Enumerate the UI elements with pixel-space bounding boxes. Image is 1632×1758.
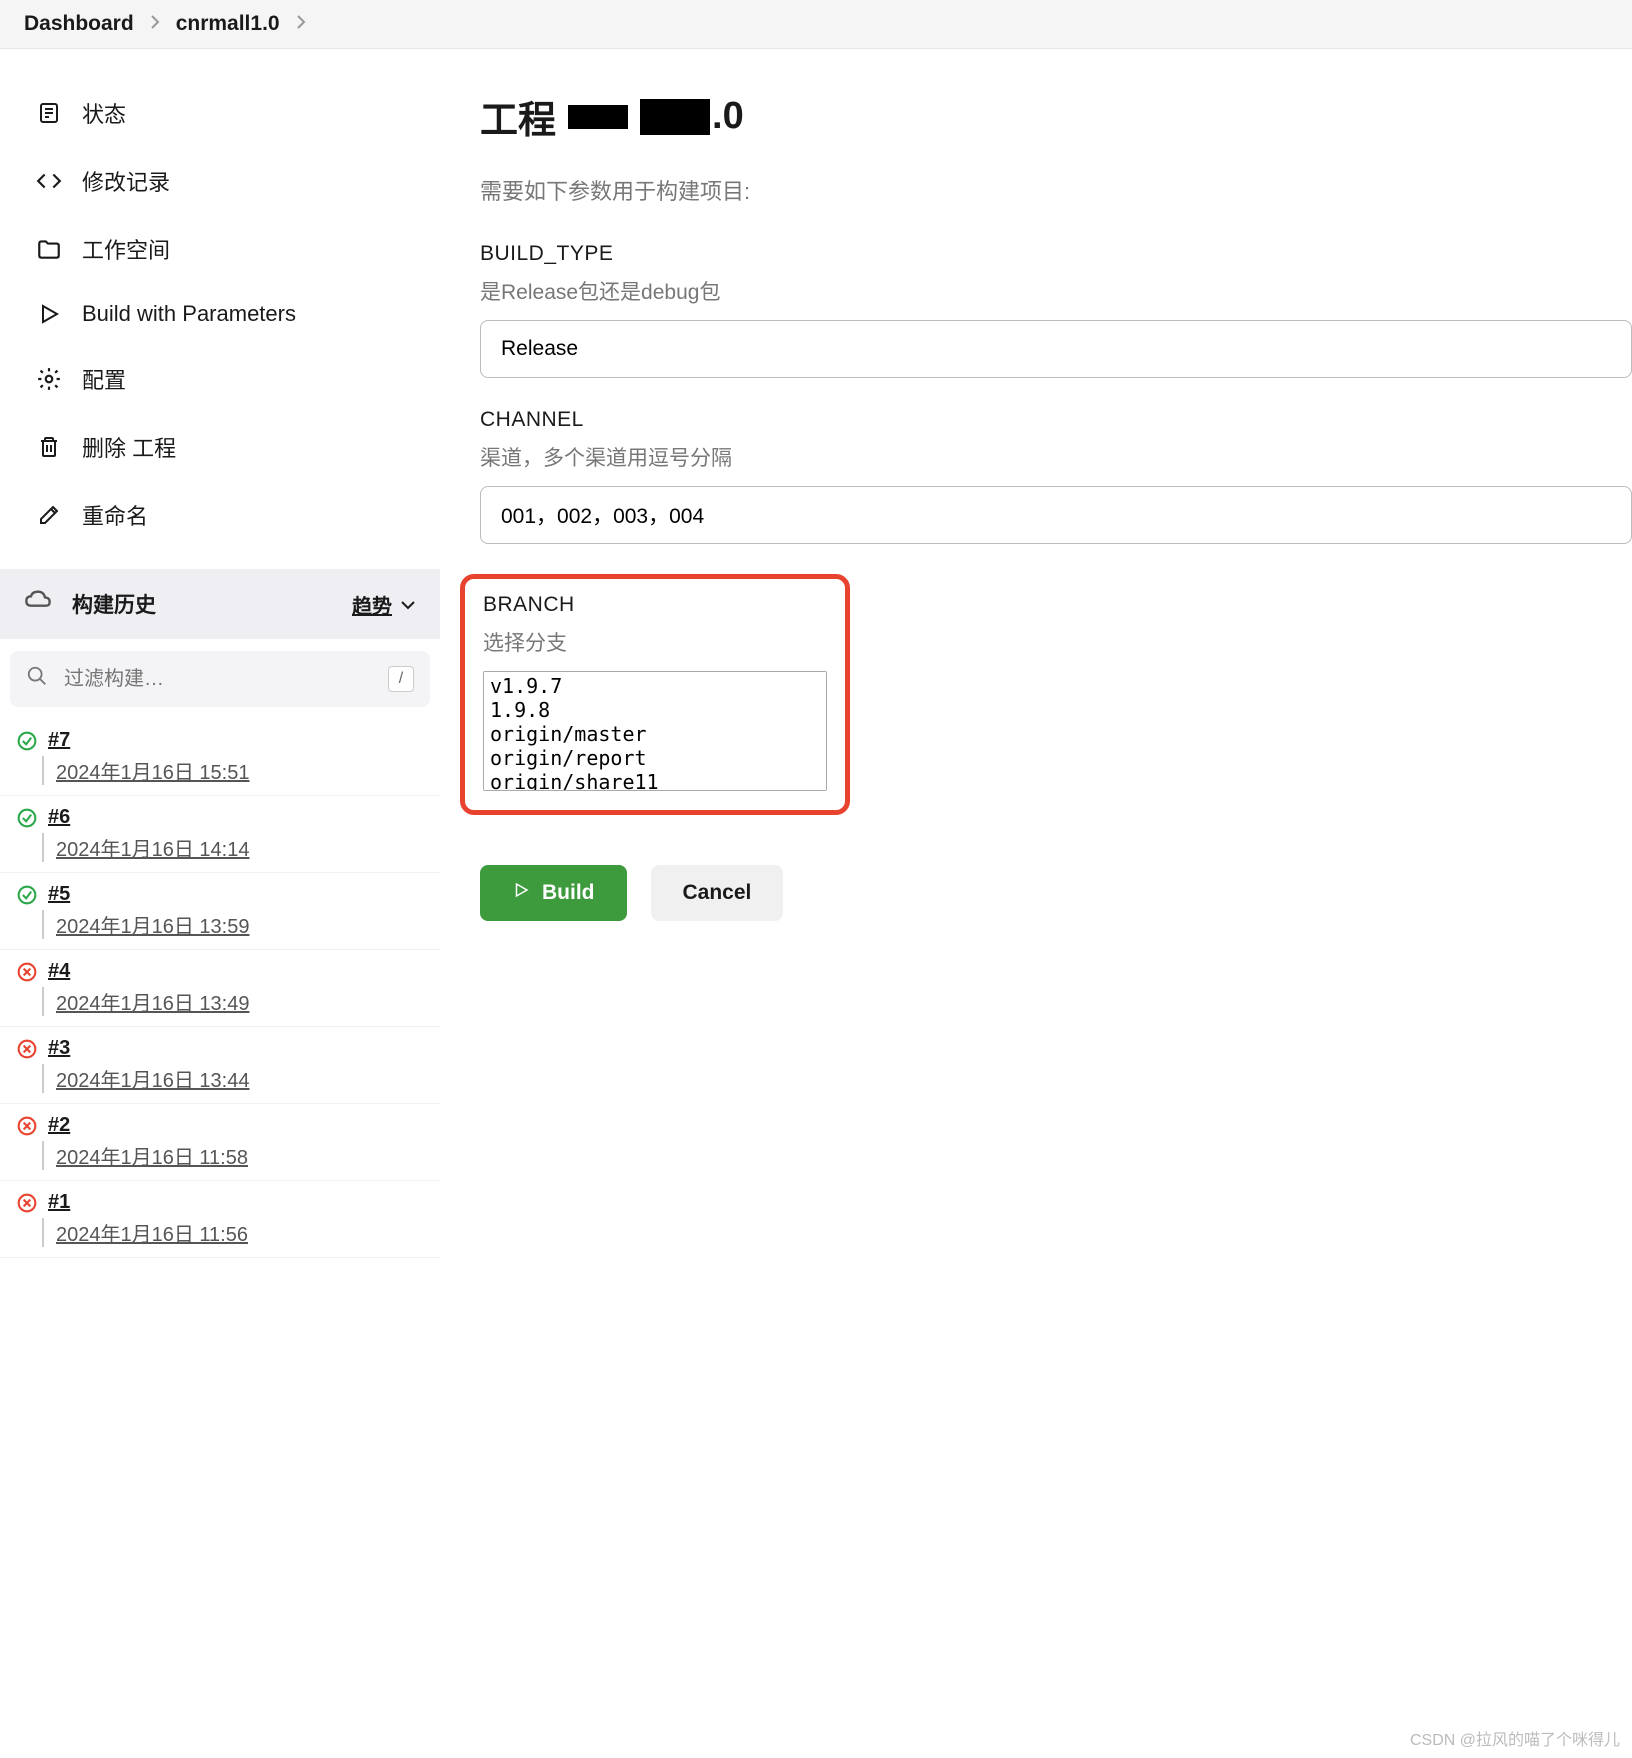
- chevron-right-icon: [296, 12, 306, 36]
- status-icon: [36, 100, 62, 126]
- breadcrumb: Dashboard cnrmall1.0: [0, 0, 1632, 49]
- build-history-title: 构建历史: [72, 589, 156, 619]
- check-circle-icon: [16, 807, 38, 829]
- sidebar-item-label: 配置: [82, 363, 126, 395]
- cancel-button[interactable]: Cancel: [651, 865, 784, 921]
- folder-icon: [36, 236, 62, 262]
- play-icon: [512, 881, 530, 905]
- field-desc: 选择分支: [483, 627, 827, 657]
- play-icon: [36, 301, 62, 327]
- build-date[interactable]: 2024年1月16日 11:58: [42, 1141, 248, 1170]
- branch-option[interactable]: v1.9.7: [486, 674, 824, 698]
- sidebar-item-delete[interactable]: 删除 工程: [0, 413, 440, 481]
- page-title: 工程 .0: [480, 89, 1632, 144]
- field-channel: CHANNEL 渠道，多个渠道用逗号分隔: [480, 408, 1632, 544]
- field-build-type: BUILD_TYPE 是Release包还是debug包: [480, 242, 1632, 378]
- build-date[interactable]: 2024年1月16日 13:59: [42, 910, 249, 939]
- watermark: CSDN @拉风的喵了个咪得儿: [1410, 1726, 1620, 1750]
- build-date[interactable]: 2024年1月16日 15:51: [42, 756, 249, 785]
- x-circle-icon: [16, 1192, 38, 1214]
- search-icon: [26, 665, 48, 693]
- trash-icon: [36, 434, 62, 460]
- sidebar-item-workspace[interactable]: 工作空间: [0, 215, 440, 283]
- build-number[interactable]: #7: [48, 729, 70, 752]
- build-history-header: 构建历史 趋势: [0, 569, 440, 639]
- sidebar-item-status[interactable]: 状态: [0, 79, 440, 147]
- breadcrumb-item-dashboard[interactable]: Dashboard: [24, 12, 134, 36]
- build-number[interactable]: #6: [48, 806, 70, 829]
- build-date[interactable]: 2024年1月16日 13:49: [42, 987, 249, 1016]
- x-circle-icon: [16, 961, 38, 983]
- check-circle-icon: [16, 884, 38, 906]
- build-button-label: Build: [542, 881, 595, 905]
- build-item[interactable]: #3 2024年1月16日 13:44: [0, 1027, 440, 1104]
- build-date[interactable]: 2024年1月16日 13:44: [42, 1064, 249, 1093]
- build-item[interactable]: #1 2024年1月16日 11:56: [0, 1181, 440, 1258]
- build-number[interactable]: #2: [48, 1114, 70, 1137]
- field-label: BUILD_TYPE: [480, 242, 1632, 266]
- filter-builds-input[interactable]: [64, 668, 372, 691]
- check-circle-icon: [16, 730, 38, 752]
- field-label: CHANNEL: [480, 408, 1632, 432]
- x-circle-icon: [16, 1115, 38, 1137]
- cancel-button-label: Cancel: [683, 881, 752, 905]
- build-item[interactable]: #4 2024年1月16日 13:49: [0, 950, 440, 1027]
- sidebar-item-label: 工作空间: [82, 233, 170, 265]
- page-subtitle: 需要如下参数用于构建项目:: [480, 174, 1632, 206]
- build-number[interactable]: #5: [48, 883, 70, 906]
- build-date[interactable]: 2024年1月16日 14:14: [42, 833, 249, 862]
- breadcrumb-item-project[interactable]: cnrmall1.0: [176, 12, 280, 36]
- build-item[interactable]: #2 2024年1月16日 11:58: [0, 1104, 440, 1181]
- build-date[interactable]: 2024年1月16日 11:56: [42, 1218, 248, 1247]
- cloud-icon: [24, 587, 52, 621]
- build-button[interactable]: Build: [480, 865, 627, 921]
- sidebar-item-configure[interactable]: 配置: [0, 345, 440, 413]
- filter-builds-wrap[interactable]: /: [10, 651, 430, 707]
- build-list: #7 2024年1月16日 15:51 #6 2024年1月16日 14:14 #5 20…: [0, 719, 440, 1258]
- sidebar-item-label: 删除 工程: [82, 431, 176, 463]
- branch-highlight-box: BRANCH 选择分支 v1.9.71.9.8origin/masterorig…: [460, 574, 850, 815]
- trend-label: 趋势: [352, 590, 392, 619]
- sidebar: 状态 修改记录 工作空间 Build with Parameters 配置: [0, 49, 440, 1258]
- sidebar-item-label: 重命名: [82, 499, 148, 531]
- build-type-input[interactable]: [480, 320, 1632, 378]
- branch-option[interactable]: origin/report: [486, 746, 824, 770]
- build-number[interactable]: #4: [48, 960, 70, 983]
- build-item[interactable]: #5 2024年1月16日 13:59: [0, 873, 440, 950]
- build-number[interactable]: #3: [48, 1037, 70, 1060]
- branch-option[interactable]: origin/share11: [486, 770, 824, 791]
- field-desc: 是Release包还是debug包: [480, 276, 1632, 306]
- branch-option[interactable]: 1.9.8: [486, 698, 824, 722]
- chevron-down-icon: [400, 593, 416, 616]
- sidebar-item-label: 状态: [82, 97, 126, 129]
- main-content: 工程 .0 需要如下参数用于构建项目: BUILD_TYPE 是Release包…: [440, 49, 1632, 1258]
- field-desc: 渠道，多个渠道用逗号分隔: [480, 442, 1632, 472]
- build-item[interactable]: #6 2024年1月16日 14:14: [0, 796, 440, 873]
- filter-shortcut-key: /: [388, 666, 414, 692]
- channel-input[interactable]: [480, 486, 1632, 544]
- branch-select[interactable]: v1.9.71.9.8origin/masterorigin/reportori…: [483, 671, 827, 791]
- field-label: BRANCH: [483, 593, 827, 617]
- sidebar-item-label: Build with Parameters: [82, 301, 296, 327]
- x-circle-icon: [16, 1038, 38, 1060]
- chevron-right-icon: [150, 12, 160, 36]
- sidebar-item-label: 修改记录: [82, 165, 170, 197]
- build-number[interactable]: #1: [48, 1191, 70, 1214]
- pencil-icon: [36, 502, 62, 528]
- sidebar-item-rename[interactable]: 重命名: [0, 481, 440, 549]
- trend-link[interactable]: 趋势: [352, 590, 416, 619]
- sidebar-item-build-params[interactable]: Build with Parameters: [0, 283, 440, 345]
- build-item[interactable]: #7 2024年1月16日 15:51: [0, 719, 440, 796]
- branch-option[interactable]: origin/master: [486, 722, 824, 746]
- sidebar-item-changes[interactable]: 修改记录: [0, 147, 440, 215]
- code-icon: [36, 168, 62, 194]
- redacted-text: [640, 99, 710, 135]
- gear-icon: [36, 366, 62, 392]
- redacted-text: [568, 105, 628, 129]
